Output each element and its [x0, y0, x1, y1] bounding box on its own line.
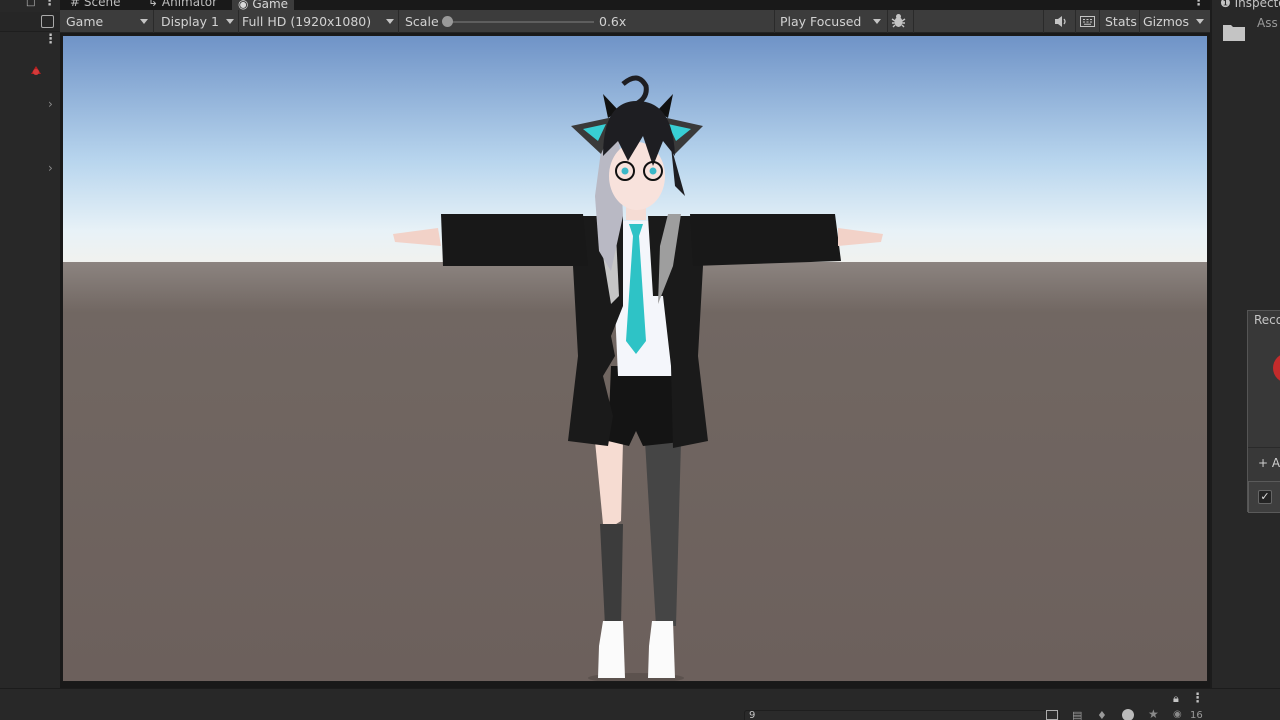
more-options-icon[interactable]: ⋮	[43, 0, 56, 8]
warning-icon[interactable]	[1122, 709, 1134, 720]
lock-icon[interactable]: 🔒︎	[1173, 692, 1179, 706]
tab-scene[interactable]: # Scene	[70, 0, 120, 10]
tab-game-label: Game	[252, 0, 289, 10]
bug-icon[interactable]	[891, 13, 906, 32]
gizmos-label: Gizmos	[1143, 14, 1190, 29]
hierarchy-panel: □ ⋮ ⋮ › ›	[0, 0, 60, 688]
tab-scene-label: Scene	[83, 0, 121, 9]
info-icon: ❶	[1220, 0, 1231, 10]
display-value: Display 1	[161, 14, 220, 29]
record-button[interactable]	[1273, 353, 1280, 383]
checkmark-icon[interactable]: ✓	[1258, 490, 1272, 504]
tab-strip: # Scene ↳ Animator ◉ Game ⋮	[60, 0, 1210, 10]
display-dropdown[interactable]: Display 1	[157, 10, 237, 33]
expand-arrow-icon[interactable]: ›	[48, 97, 53, 111]
add-button[interactable]: + Ac	[1258, 456, 1280, 470]
chevron-down-icon	[140, 19, 148, 24]
chevron-down-icon	[226, 19, 234, 24]
hidden-count: 16	[1190, 710, 1203, 720]
recorder-panel: Reco + Ac ✓	[1247, 310, 1280, 513]
scale-value: 0.6x	[599, 14, 627, 29]
eye-icon[interactable]: ◉	[1173, 709, 1182, 720]
scene-unity-icon	[29, 64, 43, 81]
chevron-down-icon	[1196, 19, 1204, 24]
inspector-tab-label: Inspecto	[1234, 0, 1280, 10]
list-item: ✓	[1248, 481, 1280, 513]
folder-icon	[1222, 22, 1246, 45]
search-value: 9	[749, 710, 756, 720]
scale-slider-track[interactable]	[446, 21, 594, 23]
hierarchy-filter-icon[interactable]: ▤	[1072, 709, 1082, 720]
play-mode-dropdown[interactable]: Play Focused	[776, 10, 886, 33]
resolution-value: Full HD (1920x1080)	[242, 14, 372, 29]
inspector-tab[interactable]: ❶ Inspecto	[1220, 0, 1280, 10]
game-viewport[interactable]	[62, 35, 1208, 682]
hierarchy-toolbar	[0, 12, 60, 32]
game-render	[63, 36, 1207, 681]
chevron-down-icon	[386, 19, 394, 24]
tab-animator[interactable]: ↳ Animator	[148, 0, 217, 10]
assets-label: Ass	[1257, 16, 1278, 30]
more-options-icon[interactable]: ⋮	[1191, 692, 1204, 705]
play-mode-value: Play Focused	[780, 14, 862, 29]
label-icon[interactable]: ♦	[1097, 709, 1107, 720]
maximize-icon[interactable]	[1046, 710, 1058, 720]
tab-game[interactable]: ◉ Game	[232, 0, 295, 10]
resolution-dropdown[interactable]: Full HD (1920x1080)	[238, 10, 398, 33]
tab-animator-label: Animator	[161, 0, 218, 9]
audio-icon[interactable]	[1054, 15, 1068, 31]
search-input[interactable]: 9	[744, 710, 1060, 720]
scale-slider-handle[interactable]	[442, 16, 453, 27]
gizmos-dropdown[interactable]: Gizmos	[1139, 10, 1209, 33]
hierarchy-header: □ ⋮	[0, 0, 60, 10]
expand-arrow-icon[interactable]: ›	[48, 161, 53, 175]
hierarchy-menu-icon[interactable]: ⋮	[44, 33, 57, 46]
view-mode-value: Game	[66, 14, 104, 29]
hash-icon: #	[70, 0, 81, 9]
tab-menu-icon[interactable]: ⋮	[1192, 0, 1205, 8]
maximize-icon[interactable]	[41, 15, 54, 28]
animator-icon: ↳	[148, 0, 159, 9]
gamepad-icon: ◉	[238, 0, 249, 10]
chevron-down-icon	[873, 19, 881, 24]
star-icon[interactable]: ★	[1148, 707, 1159, 720]
view-mode-dropdown[interactable]: Game	[62, 10, 152, 33]
keyboard-icon[interactable]	[1080, 15, 1095, 31]
lock-icon[interactable]: □	[26, 0, 35, 8]
recorder-label: Reco	[1254, 313, 1280, 327]
game-toolbar: Game Display 1 Full HD (1920x1080) Scale…	[60, 10, 1210, 33]
stats-button[interactable]: Stats	[1105, 10, 1137, 33]
scale-label: Scale	[405, 14, 439, 29]
bottom-panel: 🔒︎ ⋮ 9 ▤ ♦ ★ ◉ 16	[0, 688, 1280, 720]
